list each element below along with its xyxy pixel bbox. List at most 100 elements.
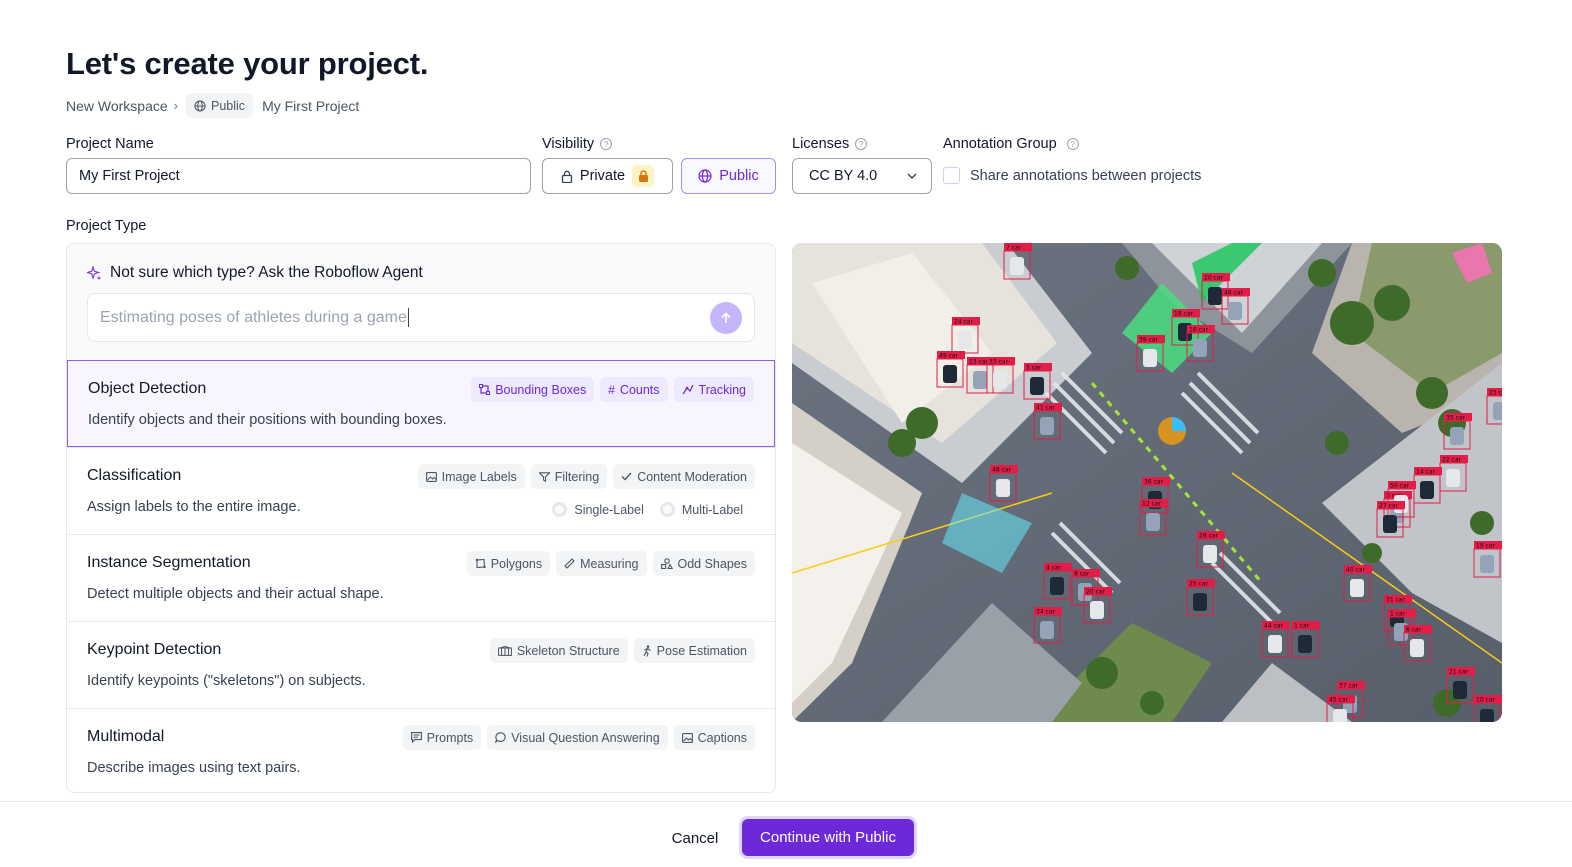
detection-label: 14 car (1416, 469, 1436, 476)
skeleton-icon (497, 645, 512, 656)
detection-label: 20 car (1086, 589, 1106, 596)
detection-label: 23 car (1489, 390, 1502, 397)
detection-label: 1 car (1294, 623, 1310, 630)
type-option-instance-segmentation[interactable]: Instance Segmentation Polygons Measuring… (67, 534, 775, 621)
breadcrumb-visibility-badge: Public (186, 93, 254, 118)
message-circle-icon (495, 732, 506, 743)
type-option-classification[interactable]: Classification Image Labels Filtering Co… (67, 447, 775, 534)
car (1050, 577, 1064, 595)
agent-prompt-input[interactable]: Estimating poses of athletes during a ga… (87, 293, 755, 342)
continue-button[interactable]: Continue with Public (742, 819, 914, 856)
detection-label: 21 car (1449, 669, 1469, 676)
share-annotations-option[interactable]: Share annotations between projects (943, 167, 1201, 184)
lock-outline-icon (561, 170, 573, 183)
project-type-panel: Not sure which type? Ask the Roboflow Ag… (66, 243, 776, 793)
car (973, 371, 987, 389)
private-label: Private (579, 168, 626, 184)
tag-filtering: Filtering (530, 464, 608, 489)
project-name-input[interactable]: My First Project (66, 158, 531, 194)
check-icon (621, 472, 632, 481)
car (1010, 257, 1024, 275)
single-label-radio[interactable]: Single-Label (552, 502, 644, 517)
chevron-down-icon (907, 173, 917, 179)
annotation-group-label: Annotation Group ? (943, 136, 1079, 152)
polygon-icon (475, 558, 486, 569)
car (1350, 579, 1364, 597)
car (943, 365, 957, 383)
project-type-preview-image: 7 car 20 car 46 car 24 car 18 car 16 car 39 ca… (792, 243, 1502, 722)
detection-label: 4 car (1046, 565, 1062, 572)
help-icon[interactable]: ? (1066, 138, 1079, 150)
chevron-right-icon: › (173, 98, 179, 113)
breadcrumb-visibility-label: Public (211, 98, 246, 113)
car (1450, 427, 1464, 445)
arrow-up-icon (721, 312, 731, 323)
image-icon (681, 732, 693, 743)
detection-label: 48 car (992, 467, 1012, 474)
car (1040, 417, 1054, 435)
cancel-button[interactable]: Cancel (660, 820, 730, 856)
car (1333, 709, 1347, 722)
tag-pose-estimation: Pose Estimation (633, 638, 755, 663)
type-option-multimodal[interactable]: Multimodal Prompts Visual Question Answe… (67, 708, 775, 792)
detection-label: 13 car (969, 359, 989, 366)
agent-send-button[interactable] (710, 302, 742, 334)
detection-label: 6 car (1406, 627, 1422, 634)
tag-counts: # Counts (600, 377, 668, 402)
car (1410, 639, 1424, 657)
type-tags: Skeleton Structure Pose Estimation (489, 638, 755, 663)
car (1480, 709, 1494, 722)
detection-label: 1 car (1390, 611, 1406, 618)
car (1268, 635, 1282, 653)
car (1493, 402, 1502, 420)
visibility-public-button[interactable]: Public (681, 158, 776, 194)
type-option-object-detection[interactable]: Object Detection Bounding Boxes # Counts… (67, 360, 775, 447)
detection-label: 39 car (1139, 337, 1159, 344)
car (996, 479, 1010, 497)
hash-icon: # (608, 382, 615, 397)
licenses-select[interactable]: CC BY 4.0 (792, 158, 932, 194)
car (1420, 481, 1434, 499)
detection-label: 25 car (1189, 581, 1209, 588)
car (1143, 349, 1157, 367)
agent-box: Not sure which type? Ask the Roboflow Ag… (67, 244, 775, 360)
detection-label: 46 car (1224, 290, 1244, 297)
text-caret (407, 308, 409, 327)
help-icon[interactable]: ? (855, 138, 868, 150)
breadcrumb-project: My First Project (262, 97, 360, 114)
licenses-value: CC BY 4.0 (809, 168, 878, 184)
detection-label: 18 car (1174, 311, 1194, 318)
detection-label: 12 car (1142, 501, 1162, 508)
detection-label: 27 car (1379, 503, 1399, 510)
tag-content-moderation: Content Moderation (613, 464, 755, 489)
car (1208, 287, 1222, 305)
tracking-icon (682, 384, 694, 395)
detection-label: 8 car (1074, 571, 1090, 578)
help-icon[interactable]: ? (600, 138, 613, 150)
public-label: Public (719, 168, 759, 184)
visibility-label: Visibility ? (542, 136, 613, 152)
project-name-label: Project Name (66, 136, 154, 152)
message-square-icon (410, 732, 422, 743)
car (958, 331, 972, 349)
tag-bounding-boxes: Bounding Boxes (471, 377, 595, 402)
tag-visual-question-answering: Visual Question Answering (487, 725, 668, 750)
detection-label: 50 car (1390, 483, 1410, 490)
footer-bar: Cancel Continue with Public (0, 801, 1572, 867)
breadcrumb-workspace[interactable]: New Workspace (66, 98, 168, 114)
project-type-label: Project Type (66, 218, 147, 234)
car (1453, 681, 1467, 699)
share-annotations-label: Share annotations between projects (970, 167, 1202, 184)
detection-label: 40 car (1346, 567, 1366, 574)
share-annotations-checkbox[interactable] (943, 167, 960, 184)
shapes-icon (660, 558, 673, 569)
car (1446, 469, 1460, 487)
type-tags: Polygons Measuring Odd Shapes (466, 551, 755, 576)
detection-label: 19 car (1476, 543, 1496, 550)
type-tags: Bounding Boxes # Counts Tracking (471, 377, 754, 402)
multi-label-radio[interactable]: Multi-Label (659, 502, 743, 517)
type-option-keypoint-detection[interactable]: Keypoint Detection Skeleton Structure Po… (67, 621, 775, 708)
tag-measuring: Measuring (556, 551, 647, 576)
globe-icon (698, 169, 712, 183)
visibility-private-button[interactable]: Private (542, 158, 673, 194)
